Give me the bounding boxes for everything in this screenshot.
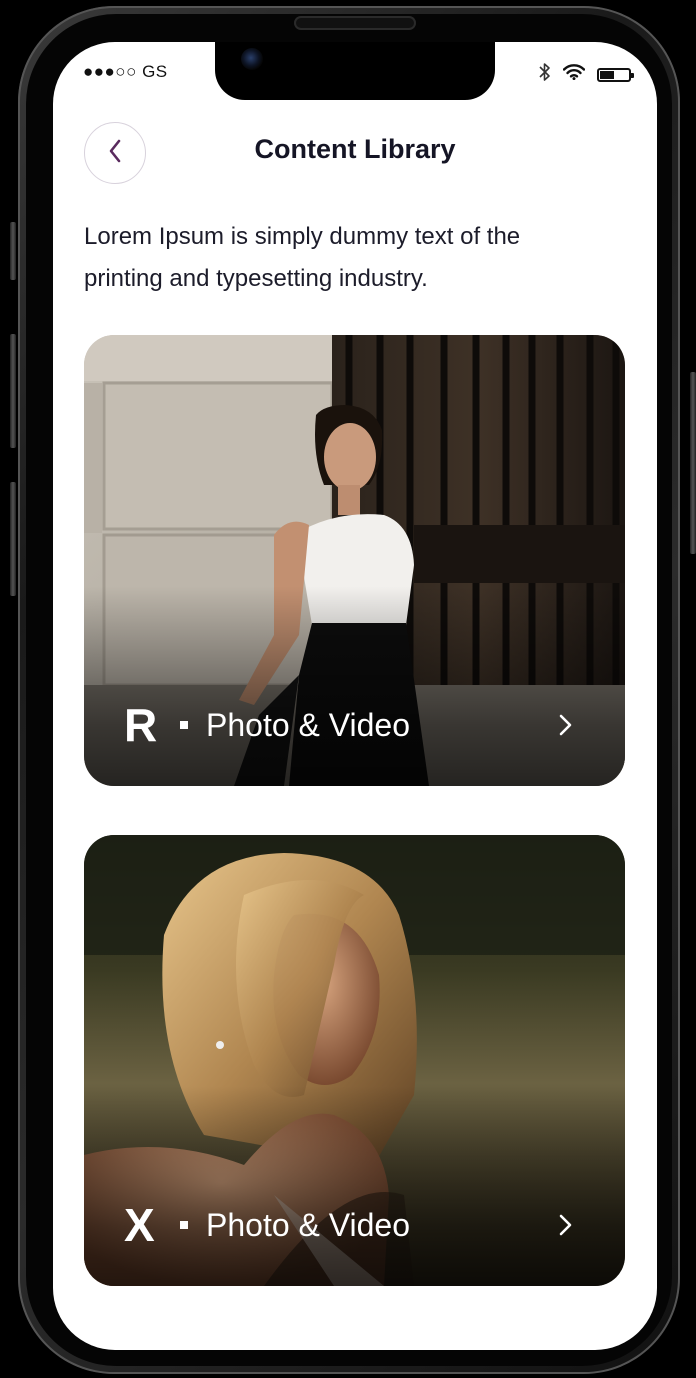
front-camera	[241, 48, 263, 70]
volume-down-button	[10, 482, 16, 596]
volume-up-button	[10, 334, 16, 448]
carrier-signal: ●●●○○ GS	[83, 62, 168, 81]
page-title: Content Library	[254, 134, 456, 164]
card-label-row: R Photo & Video	[124, 702, 575, 748]
card-letter: X	[124, 1199, 155, 1251]
wifi-icon	[562, 64, 586, 85]
chevron-right-icon	[555, 1211, 575, 1239]
mute-switch	[10, 222, 16, 280]
notch	[215, 42, 495, 100]
content-card-x[interactable]: X Photo & Video	[84, 835, 625, 1286]
card-shade	[84, 586, 625, 786]
card-label: Photo & Video	[206, 1207, 411, 1243]
power-button	[690, 372, 696, 554]
bluetooth-icon	[539, 62, 551, 87]
battery-fill	[600, 70, 614, 79]
earpiece-speaker	[294, 16, 416, 30]
chevron-right-icon	[555, 711, 575, 739]
card-letter: R	[124, 699, 158, 751]
status-icons	[539, 62, 634, 87]
content-card-r[interactable]: R Photo & Video	[84, 335, 625, 786]
page-description: Lorem Ipsum is simply dummy text of the …	[84, 223, 521, 292]
card-label-row: X Photo & Video	[124, 1202, 575, 1248]
separator-dot	[180, 1221, 188, 1229]
card-shade	[84, 1086, 625, 1286]
card-label: Photo & Video	[206, 707, 411, 743]
battery-icon	[597, 67, 634, 82]
phone-screen: ●●●○○ GS Content Library Lorem Ipsum is …	[53, 42, 657, 1350]
separator-dot	[180, 721, 188, 729]
